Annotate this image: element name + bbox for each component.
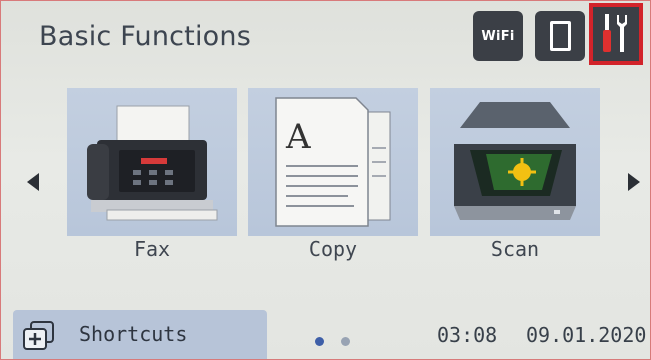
scan-label: Scan xyxy=(490,237,540,261)
copy-label: Copy xyxy=(308,237,358,261)
device-icon xyxy=(549,21,571,51)
svg-text:A: A xyxy=(285,117,311,157)
copy-button[interactable]: A xyxy=(248,88,418,236)
fax-button[interactable] xyxy=(67,88,237,236)
wifi-icon: WiFi xyxy=(481,28,515,44)
scanner-icon xyxy=(454,102,576,220)
shortcuts-add-icon xyxy=(23,321,54,350)
wifi-button[interactable]: WiFi xyxy=(473,11,523,61)
page-indicator-dot[interactable] xyxy=(341,337,350,346)
settings-tools-icon xyxy=(603,14,627,52)
shortcuts-button[interactable]: Shortcuts xyxy=(13,310,267,359)
printer-touchscreen: Basic Functions WiFi A Fax Copy Scan Sho… xyxy=(0,0,651,360)
scan-button[interactable] xyxy=(430,88,600,236)
page-title: Basic Functions xyxy=(39,21,251,52)
settings-button[interactable] xyxy=(589,3,643,65)
shortcuts-label: Shortcuts xyxy=(79,322,188,346)
clock-date: 09.01.2020 xyxy=(526,323,647,347)
device-button[interactable] xyxy=(535,11,585,61)
arrow-right-icon[interactable] xyxy=(628,173,640,191)
page-indicator-dot-active xyxy=(315,337,324,346)
fax-label: Fax xyxy=(133,237,171,261)
fax-machine-icon xyxy=(87,105,218,221)
copy-documents-icon: A xyxy=(275,97,391,227)
clock-time: 03:08 xyxy=(437,323,498,347)
arrow-left-icon[interactable] xyxy=(27,173,39,191)
header-bar: Basic Functions WiFi xyxy=(1,1,650,79)
